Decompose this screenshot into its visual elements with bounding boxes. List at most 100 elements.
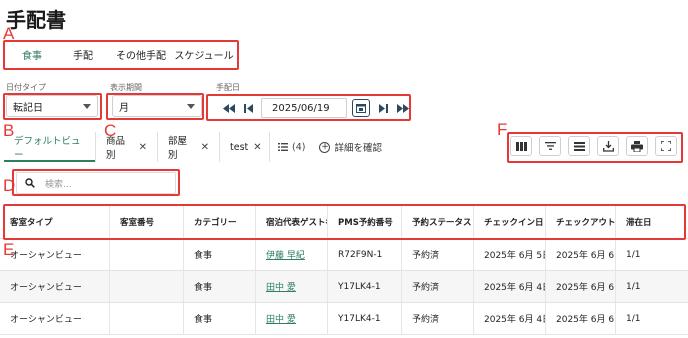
column-header[interactable]: 客室タイプ [0,205,110,238]
cell-room-number [110,303,184,334]
density-icon [573,141,585,151]
cell-category: 食事 [184,271,256,302]
cell-checkin: 2025年 6月 4日 [474,303,546,334]
cell-checkin: 2025年 6月 4日 [474,271,546,302]
date-input[interactable]: 2025/06/19 [261,98,347,118]
view-tab-label: デフォルトビュー [14,136,81,161]
cell-status: 予約済 [402,271,474,302]
cell-stay-day: 1/1 [626,281,641,292]
density-button[interactable] [568,136,590,156]
columns-icon [515,141,527,151]
period-label: 表示期間 [110,83,142,92]
period-select[interactable]: 月 [112,95,202,117]
data-table: 客室タイプ 客室番号 カテゴリー 宿泊代表ゲスト名 PMS予約番号 予約ステータ… [0,205,688,335]
chevron-down-icon [83,103,91,109]
column-header[interactable]: 宿泊代表ゲスト名 [256,205,328,238]
add-circle-icon: + [319,141,331,153]
view-tab-by-room[interactable]: 部屋別 ✕ [158,132,220,162]
page-title: 手配書 [6,8,66,32]
fullscreen-icon [661,141,671,151]
columns-button[interactable] [510,136,532,156]
view-tab-label: test [230,141,249,153]
search-icon [25,178,35,188]
guest-name-link[interactable]: 田中 愛 [266,280,296,293]
view-count: (4) [292,141,306,153]
close-icon[interactable]: ✕ [139,142,147,153]
cell-guest-name: 田中 愛 [256,271,328,302]
cell-checkout: 2025年 6月 6日 [546,303,616,334]
filter-button[interactable] [539,136,561,156]
print-icon [631,140,643,152]
cell-room-number [110,239,184,270]
view-details-button[interactable]: + 詳細を確認 [313,140,388,154]
guest-name-link[interactable]: 田中 愛 [266,312,296,325]
print-button[interactable] [626,136,648,156]
prev-button[interactable] [239,98,259,118]
view-tab-test[interactable]: test ✕ [220,132,270,162]
table-toolbar [510,136,677,156]
cell-pms-number: R72F9N-1 [328,239,402,270]
column-header[interactable]: チェックイン日 [474,205,546,238]
close-icon[interactable]: ✕ [201,142,209,153]
tab-schedule[interactable]: スケジュール [172,44,236,70]
view-details-label: 詳細を確認 [334,143,382,154]
view-list-button[interactable]: (4) [270,142,313,153]
cell-status: 予約済 [402,239,474,270]
cell-status: 予約済 [402,303,474,334]
column-header[interactable]: 客室番号 [110,205,184,238]
column-header[interactable]: PMS予約番号 [328,205,402,238]
date-type-label: 日付タイプ [6,83,46,92]
cell-category: 食事 [184,303,256,334]
skip-next-icon [379,103,388,113]
chevron-down-icon [187,103,195,109]
filter-icon [544,142,556,150]
download-button[interactable] [597,136,619,156]
next-button[interactable] [373,98,393,118]
view-tab-default[interactable]: デフォルトビュー [4,132,96,162]
cell-room-type: オーシャンビュー [0,303,110,334]
first-page-button[interactable] [219,98,239,118]
cell-checkout: 2025年 6月 6日 [546,271,616,302]
cell-category: 食事 [184,239,256,270]
column-header[interactable]: チェックアウト日 [546,205,616,238]
cell-checkout: 2025年 6月 6日 [546,239,616,270]
cell-guest-name: 伊藤 早紀 [256,239,328,270]
cell-guest-name: 田中 愛 [256,303,328,334]
fullscreen-button[interactable] [655,136,677,156]
calendar-icon [356,104,366,113]
close-icon[interactable]: ✕ [253,142,261,153]
date-type-select[interactable]: 転記日 [6,95,98,117]
tab-arrangement[interactable]: 手配 [56,44,110,70]
cell-room-type: オーシャンビュー [0,239,110,270]
tab-other-arrangement[interactable]: その他手配 [110,44,172,70]
tab-meal[interactable]: 食事 [8,44,56,70]
date-navigator: 2025/06/19 [219,97,413,119]
skip-previous-icon [244,103,253,113]
search-input[interactable]: 検索... [16,172,176,194]
column-header[interactable]: カテゴリー [184,205,256,238]
table-row[interactable]: オーシャンビュー 食事 田中 愛 Y17LK4-1 予約済 2025年 6月 4… [0,303,688,335]
search-placeholder: 検索... [45,179,72,190]
calendar-button[interactable] [352,99,370,117]
double-arrow-left-icon [223,103,235,113]
table-row[interactable]: オーシャンビュー 食事 伊藤 早紀 R72F9N-1 予約済 2025年 6月 … [0,239,688,271]
last-page-button[interactable] [393,98,413,118]
cell-checkin: 2025年 6月 5日 [474,239,546,270]
marker-b: B [3,121,15,140]
cell-pms-number: Y17LK4-1 [328,271,402,302]
table-header: 客室タイプ 客室番号 カテゴリー 宿泊代表ゲスト名 PMS予約番号 予約ステータ… [0,205,688,239]
guest-name-link[interactable]: 伊藤 早紀 [266,248,305,261]
double-arrow-right-icon [397,103,409,113]
category-tabs: 食事 手配 その他手配 スケジュール [8,44,236,70]
column-header[interactable]: 予約ステータス [402,205,474,238]
cell-stay-day: 1/1 [626,313,641,324]
date-type-value: 転記日 [13,102,43,114]
list-icon [278,143,288,151]
marker-d: D [3,176,16,195]
cell-room-type: オーシャンビュー [0,271,110,302]
column-header[interactable]: 滞在日 [616,205,688,238]
view-tab-label: 部屋別 [168,136,188,161]
view-tabs-bar: デフォルトビュー 商品別 ✕ 部屋別 ✕ test ✕ (4) + 詳細を確認 [4,132,388,162]
marker-e: E [3,240,15,259]
table-row[interactable]: オーシャンビュー 食事 田中 愛 Y17LK4-1 予約済 2025年 6月 4… [0,271,688,303]
